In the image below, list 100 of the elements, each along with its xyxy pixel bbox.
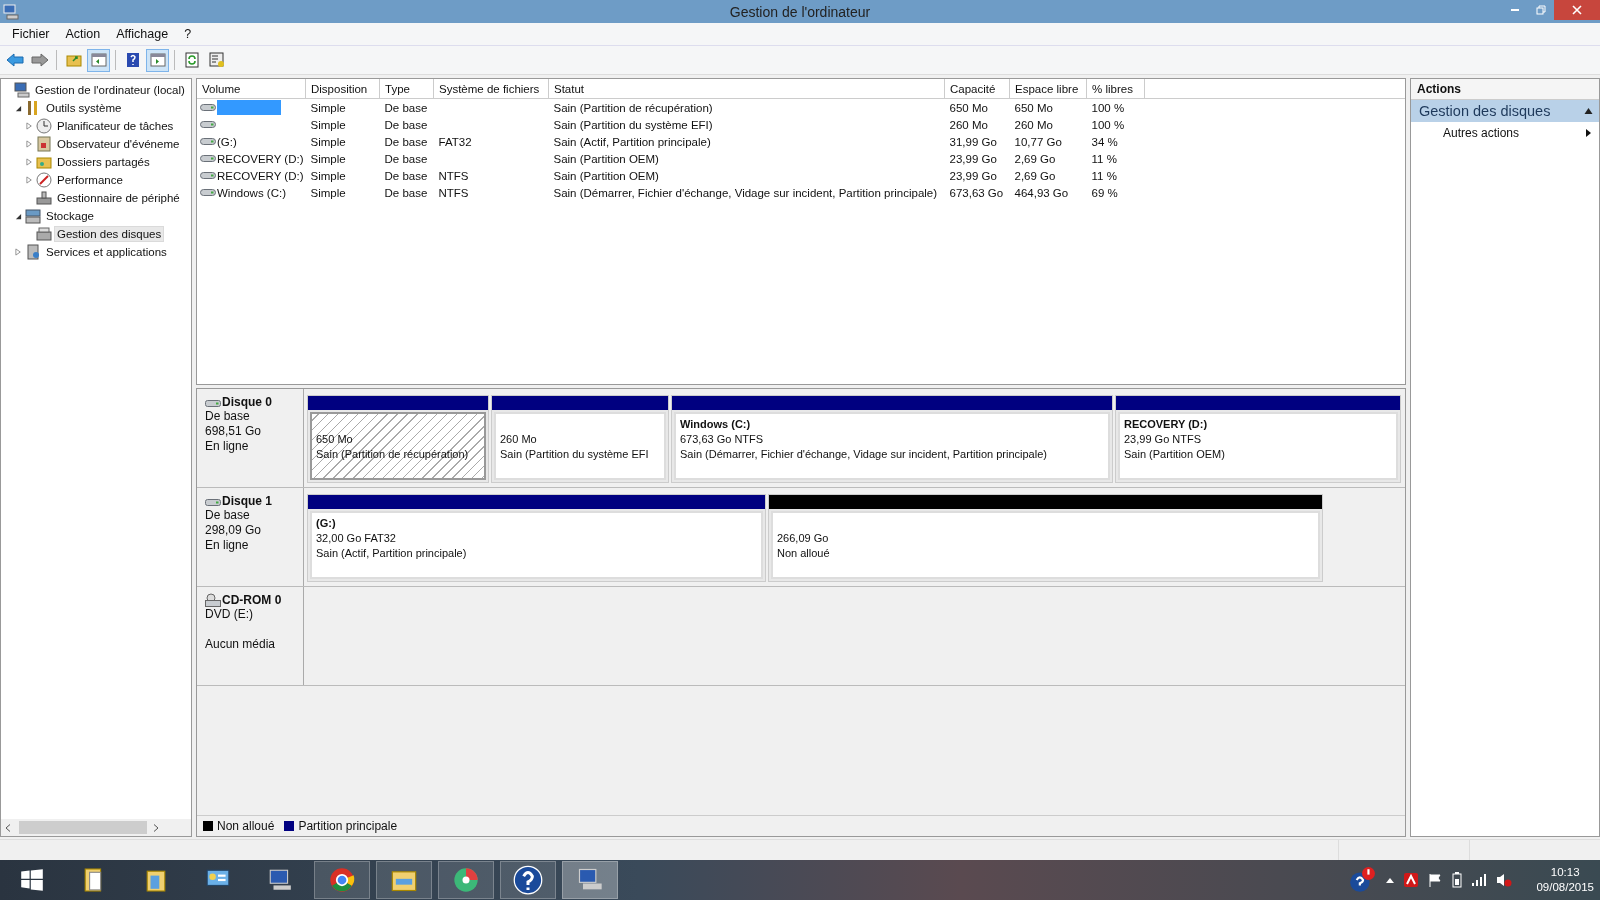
- close-icon: [1572, 5, 1582, 15]
- menu-item[interactable]: Fichier: [4, 27, 58, 41]
- partition-block[interactable]: 266,09 Go Non alloué: [768, 494, 1323, 582]
- antivirus-icon[interactable]: [1404, 873, 1419, 887]
- table-cell: Sain (Partition du système EFI): [553, 118, 713, 131]
- partition-block[interactable]: Windows (C:) 673,63 Go NTFS Sain (Démarrer, Fichier d'échange, Vidage sur incident, Partition principale): [671, 395, 1113, 483]
- column-header[interactable]: Espace libre: [1009, 79, 1087, 99]
- table-cell: 464,93 Go: [1014, 186, 1069, 199]
- actions-section-header[interactable]: Gestion des disques: [1411, 100, 1599, 122]
- action-pane-button[interactable]: [146, 48, 169, 72]
- console-tree-button[interactable]: [87, 48, 110, 72]
- column-header[interactable]: Système de fichiers: [433, 79, 549, 99]
- table-cell: 11 %: [1091, 169, 1117, 182]
- disk-size: 298,09 Go: [205, 523, 263, 538]
- clock[interactable]: 10:13 09/08/2015: [1536, 865, 1594, 895]
- scroll-right-icon[interactable]: [153, 823, 159, 832]
- menu-item[interactable]: Affichage: [108, 27, 177, 41]
- table-cell: Simple: [310, 135, 346, 148]
- partition-block[interactable]: (G:) 32,00 Go FAT32 Sain (Actif, Partition principale): [307, 494, 766, 582]
- column-header[interactable]: Capacité: [944, 79, 1010, 99]
- table-cell: FAT32: [438, 135, 472, 148]
- disk-name: Disque 0: [222, 395, 272, 409]
- table-cell: De base: [384, 118, 428, 131]
- device-manager-icon: [36, 190, 52, 206]
- expanded-arrow-icon[interactable]: [14, 212, 22, 220]
- tree-item[interactable]: Gestionnaire de périphé: [54, 190, 183, 206]
- collapsed-arrow-icon[interactable]: [14, 248, 22, 256]
- menu-item[interactable]: ?: [176, 27, 200, 41]
- speaker-muted-icon[interactable]: [1496, 873, 1513, 887]
- signal-icon[interactable]: [1472, 874, 1487, 886]
- expanded-arrow-icon[interactable]: [14, 104, 22, 112]
- drive-icon: [200, 137, 216, 146]
- partition-size: 673,63 Go NTFS: [680, 432, 765, 447]
- help-icon: [513, 865, 543, 895]
- collapsed-arrow-icon[interactable]: [25, 158, 33, 166]
- collapsed-arrow-icon[interactable]: [25, 176, 33, 184]
- refresh-icon: [183, 52, 200, 68]
- taskbar-app[interactable]: [500, 861, 556, 899]
- tree-item[interactable]: Performance: [54, 172, 126, 188]
- disk-type: De base: [205, 409, 251, 424]
- menu-item[interactable]: Action: [57, 27, 109, 41]
- horizontal-scrollbar[interactable]: [1, 819, 191, 836]
- show-hidden-icons-icon[interactable]: [1386, 877, 1395, 883]
- drive-icon: [200, 103, 216, 112]
- legend-label: Non alloué: [217, 819, 275, 833]
- collapsed-arrow-icon[interactable]: [25, 122, 33, 130]
- panel-layout-icon: [149, 52, 166, 68]
- shared-folders-icon: [36, 154, 52, 170]
- help-alert-icon[interactable]: [1348, 866, 1377, 894]
- partition-block[interactable]: 650 Mo Sain (Partition de récupération): [307, 395, 489, 483]
- column-header[interactable]: Volume: [197, 79, 306, 99]
- table-cell: 31,99 Go: [949, 135, 997, 148]
- properties-icon: [208, 52, 225, 68]
- partition-status: Sain (Partition du système EFI: [500, 447, 650, 462]
- table-cell: (G:): [217, 135, 237, 148]
- drive-icon: [200, 171, 216, 180]
- table-cell: 2,69 Go: [1014, 169, 1056, 182]
- scroll-left-icon[interactable]: [5, 823, 11, 832]
- partition-block[interactable]: 260 Mo Sain (Partition du système EFI: [491, 395, 669, 483]
- partition-size: 650 Mo: [316, 432, 354, 447]
- tree-item[interactable]: Services et applications: [43, 244, 170, 260]
- tree-item[interactable]: Gestion des disques: [54, 226, 165, 242]
- table-cell: Simple: [310, 186, 346, 199]
- partition-block[interactable]: RECOVERY (D:) 23,99 Go NTFS Sain (Partition OEM): [1115, 395, 1401, 483]
- table-cell: RECOVERY (D:): [217, 152, 304, 165]
- close-button[interactable]: [1554, 0, 1600, 20]
- column-header[interactable]: Type: [379, 79, 434, 99]
- folder-icon: [65, 52, 82, 68]
- action-item[interactable]: Autres actions: [1411, 122, 1599, 144]
- tree-item[interactable]: Gestion de l'ordinateur (local): [32, 82, 188, 98]
- table-cell: De base: [384, 152, 428, 165]
- table-cell: RECOVERY (D:): [217, 169, 304, 182]
- column-header[interactable]: Statut: [548, 79, 945, 99]
- table-cell: De base: [384, 186, 428, 199]
- tree-item[interactable]: Dossiers partagés: [54, 154, 153, 170]
- forward-arrow-icon: [30, 53, 49, 67]
- disk-name: Disque 1: [222, 494, 272, 508]
- taskbar-app[interactable]: [314, 861, 370, 899]
- drive-icon: [200, 120, 216, 129]
- disk-drive-icon: [36, 226, 52, 242]
- tree-item[interactable]: Observateur d'événeme: [54, 136, 183, 152]
- panel-layout-icon: [90, 52, 107, 68]
- flag-icon[interactable]: [1428, 873, 1443, 887]
- tree-item[interactable]: Planificateur de tâches: [54, 118, 177, 134]
- disk-name: CD-ROM 0: [222, 593, 282, 607]
- table-cell: Simple: [310, 118, 346, 131]
- column-header[interactable]: Disposition: [305, 79, 380, 99]
- table-cell: 23,99 Go: [949, 152, 997, 165]
- battery-icon[interactable]: [1452, 872, 1463, 888]
- disk-status: Aucun média: [205, 637, 277, 652]
- collapse-arrow-icon[interactable]: [1584, 108, 1593, 114]
- partition-status: Non alloué: [777, 546, 831, 561]
- table-cell: 11 %: [1091, 152, 1117, 165]
- collapsed-arrow-icon[interactable]: [25, 140, 33, 148]
- tree-item[interactable]: Stockage: [43, 208, 97, 224]
- help-icon: [124, 52, 141, 68]
- tree-item[interactable]: Outils système: [43, 100, 125, 116]
- column-header[interactable]: % libres: [1086, 79, 1145, 99]
- partition-size: 266,09 Go: [777, 531, 830, 546]
- window-title: Gestion de l'ordinateur: [729, 3, 871, 20]
